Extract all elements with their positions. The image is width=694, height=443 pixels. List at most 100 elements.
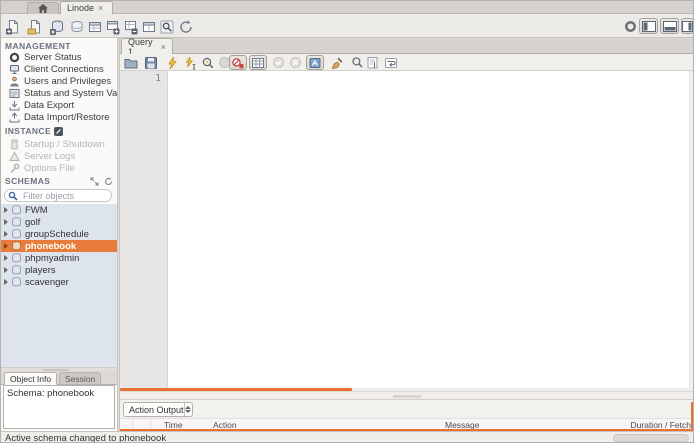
toggle-stop-on-error-button[interactable] — [229, 55, 247, 70]
find-icon — [351, 56, 364, 69]
close-icon[interactable]: × — [161, 42, 166, 52]
schema-row-fwm[interactable]: FWM — [1, 204, 117, 216]
resize-grip[interactable] — [613, 434, 689, 442]
schema-row-scavenger[interactable]: scavenger — [1, 276, 117, 288]
tab-object-info[interactable]: Object Info — [4, 372, 57, 385]
connection-status-icon — [624, 20, 637, 33]
schema-row-players[interactable]: players — [1, 264, 117, 276]
data-import-icon — [9, 112, 20, 123]
tab-session[interactable]: Session — [59, 372, 101, 385]
sidebar-item-data-export[interactable]: Data Export — [1, 99, 117, 111]
editor-vertical-scrollbar[interactable] — [689, 71, 694, 388]
schema-icon — [11, 205, 22, 215]
schema-filter-input[interactable] — [21, 190, 107, 202]
search-icon — [8, 191, 18, 201]
schema-icon — [11, 265, 22, 275]
combo-stepper-icon[interactable] — [184, 403, 192, 416]
find-button[interactable] — [349, 55, 365, 70]
save-button[interactable] — [143, 55, 159, 70]
open-sql-script-icon — [27, 19, 43, 35]
schema-icon — [11, 229, 22, 239]
refresh-icon[interactable] — [104, 177, 113, 186]
expand-icon[interactable] — [90, 177, 99, 186]
toggle-left-sidebar-button[interactable] — [639, 18, 658, 34]
show-invisibles-button[interactable] — [364, 55, 380, 70]
schema-icon — [11, 253, 22, 263]
create-schema-button[interactable] — [48, 18, 65, 35]
data-export-icon — [9, 100, 20, 111]
expander-icon[interactable] — [4, 279, 8, 285]
home-tab[interactable] — [27, 2, 59, 14]
status-bar: Active schema changed to phonebook — [1, 431, 694, 443]
output-type-label: Action Output — [124, 405, 184, 415]
beautify-button[interactable] — [329, 55, 345, 70]
create-procedure-button[interactable] — [104, 18, 121, 35]
schemas-section-header: SCHEMAS — [5, 176, 113, 186]
schema-row-golf[interactable]: golf — [1, 216, 117, 228]
new-sql-tab-button[interactable] — [4, 18, 21, 35]
main-toolbar — [1, 14, 694, 38]
expander-icon[interactable] — [4, 243, 8, 249]
line-number-gutter: 1 — [120, 71, 168, 388]
schema-filter — [4, 189, 112, 202]
sql-editor[interactable]: 1 — [120, 71, 694, 388]
sidebar-item-options-file[interactable]: Options File — [1, 162, 117, 174]
create-table-button[interactable] — [68, 18, 85, 35]
sidebar-item-status-system-variables[interactable]: Status and System Variables — [1, 87, 117, 99]
create-function-icon — [123, 19, 139, 35]
schema-row-groupschedule[interactable]: groupSchedule — [1, 228, 117, 240]
commit-button[interactable] — [270, 55, 286, 70]
connection-tab-label: Linode — [67, 3, 94, 13]
rollback-button[interactable] — [287, 55, 303, 70]
expander-icon[interactable] — [4, 219, 8, 225]
server-icon — [9, 139, 20, 150]
search-table-data-button[interactable] — [158, 18, 175, 35]
toggle-bottom-area-button[interactable] — [660, 18, 679, 34]
create-view-button[interactable] — [86, 18, 103, 35]
open-sql-script-button[interactable] — [26, 18, 43, 35]
sidebar-item-server-status[interactable]: Server Status — [1, 51, 117, 63]
expander-icon[interactable] — [4, 255, 8, 261]
toggle-bottom-area-icon — [663, 21, 677, 32]
rollback-icon — [289, 56, 302, 69]
schema-row-phonebook[interactable]: phonebook — [1, 240, 117, 252]
sidebar-item-data-import[interactable]: Data Import/Restore — [1, 111, 117, 123]
schema-list: FWM golf groupSchedule phonebook — [1, 204, 117, 367]
editor-output-splitter[interactable] — [120, 391, 694, 400]
close-icon[interactable]: × — [98, 4, 103, 13]
connection-status-button[interactable] — [622, 18, 639, 35]
warning-icon — [9, 151, 20, 162]
new-sql-tab-icon — [5, 19, 21, 35]
status-message: Active schema changed to phonebook — [5, 433, 166, 443]
line-number: 1 — [155, 73, 161, 84]
create-user-button[interactable] — [140, 18, 157, 35]
reconnect-dbms-icon — [178, 19, 194, 35]
execute-icon — [165, 56, 179, 70]
toggle-autocommit-icon — [308, 56, 322, 70]
output-type-select[interactable]: Action Output — [123, 402, 193, 417]
sidebar-item-startup-shutdown[interactable]: Startup / Shutdown — [1, 138, 117, 150]
output-panel: Action Output Time Action Message Durati… — [120, 400, 694, 431]
sidebar-item-client-connections[interactable]: Client Connections — [1, 63, 117, 75]
instance-badge-icon — [54, 127, 63, 136]
wrap-text-button[interactable] — [383, 55, 399, 70]
toggle-right-sidebar-button[interactable] — [681, 18, 694, 34]
explain-button[interactable] — [200, 55, 216, 70]
schema-row-phpmyadmin[interactable]: phpmyadmin — [1, 252, 117, 264]
expander-icon[interactable] — [4, 267, 8, 273]
expander-icon[interactable] — [4, 207, 8, 213]
expander-icon[interactable] — [4, 231, 8, 237]
open-file-button[interactable] — [123, 55, 139, 70]
reconnect-dbms-button[interactable] — [177, 18, 194, 35]
toggle-autocommit-button[interactable] — [306, 55, 324, 70]
sidebar-item-server-logs[interactable]: Server Logs — [1, 150, 117, 162]
execute-button[interactable] — [164, 55, 180, 70]
create-function-button[interactable] — [122, 18, 139, 35]
execute-current-button[interactable] — [182, 55, 198, 70]
tab-query-1[interactable]: Query 1 × — [121, 38, 173, 54]
object-info-tab-bar: Object Info Session — [1, 371, 117, 385]
limit-rows-button[interactable] — [249, 55, 267, 70]
sidebar-item-users-privileges[interactable]: Users and Privileges — [1, 75, 117, 87]
connection-tab-linode[interactable]: Linode × — [60, 1, 113, 14]
create-view-icon — [87, 19, 103, 35]
